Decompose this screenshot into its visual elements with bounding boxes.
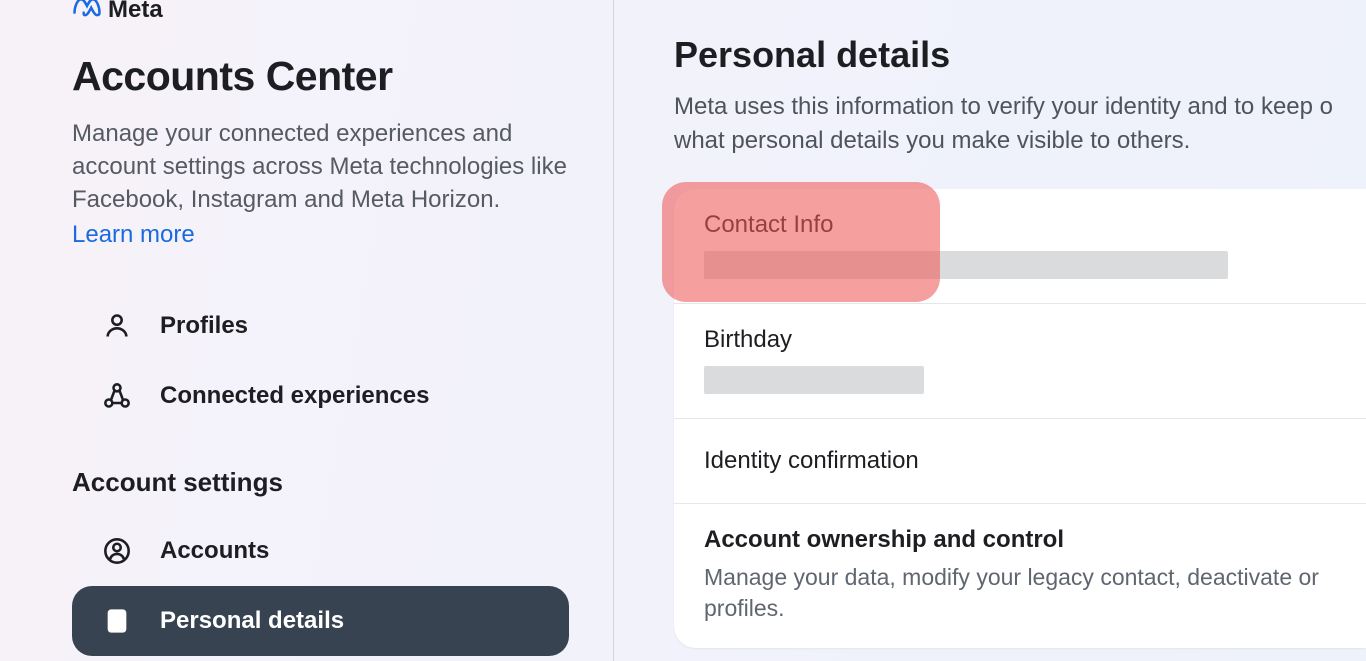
page-subtitle: Manage your connected experiences and ac… <box>72 118 569 217</box>
nav-label: Connected experiences <box>160 382 429 410</box>
personal-details-card: Contact Info Birthday Identity confirmat… <box>674 189 1366 648</box>
redacted-value <box>704 251 1228 279</box>
brand-logo: Meta <box>72 0 569 25</box>
row-contact-info[interactable]: Contact Info <box>674 189 1366 304</box>
section-heading-account-settings: Account settings <box>72 467 569 498</box>
meta-icon <box>72 0 102 25</box>
profile-icon <box>102 311 132 341</box>
row-title: Contact Info <box>704 211 1336 239</box>
row-birthday[interactable]: Birthday <box>674 304 1366 419</box>
page-title: Accounts Center <box>72 53 569 100</box>
nav-item-connected-experiences[interactable]: Connected experiences <box>72 361 569 431</box>
row-identity-confirmation[interactable]: Identity confirmation <box>674 419 1366 504</box>
nav-top: Profiles Connected experiences <box>72 291 569 431</box>
connected-icon <box>102 381 132 411</box>
personal-details-icon <box>102 606 132 636</box>
sidebar: Meta Accounts Center Manage your connect… <box>0 0 614 661</box>
row-account-ownership[interactable]: Account ownership and control Manage you… <box>674 504 1366 648</box>
main-content: Personal details Meta uses this informat… <box>614 0 1366 661</box>
nav-item-profiles[interactable]: Profiles <box>72 291 569 361</box>
redacted-value <box>704 366 924 394</box>
row-description: Manage your data, modify your legacy con… <box>704 562 1336 624</box>
main-title: Personal details <box>674 34 1366 76</box>
row-title: Account ownership and control <box>704 526 1336 554</box>
row-title: Identity confirmation <box>704 447 1336 475</box>
nav-label: Profiles <box>160 312 248 340</box>
row-title: Birthday <box>704 326 1336 354</box>
learn-more-link[interactable]: Learn more <box>72 221 195 249</box>
main-subtitle: Meta uses this information to verify you… <box>674 90 1366 157</box>
accounts-icon <box>102 536 132 566</box>
nav-item-personal-details[interactable]: Personal details <box>72 586 569 656</box>
brand-name: Meta <box>108 0 163 24</box>
nav-settings: Accounts Personal details <box>72 516 569 656</box>
nav-label: Personal details <box>160 607 344 635</box>
nav-label: Accounts <box>160 537 269 565</box>
nav-item-accounts[interactable]: Accounts <box>72 516 569 586</box>
